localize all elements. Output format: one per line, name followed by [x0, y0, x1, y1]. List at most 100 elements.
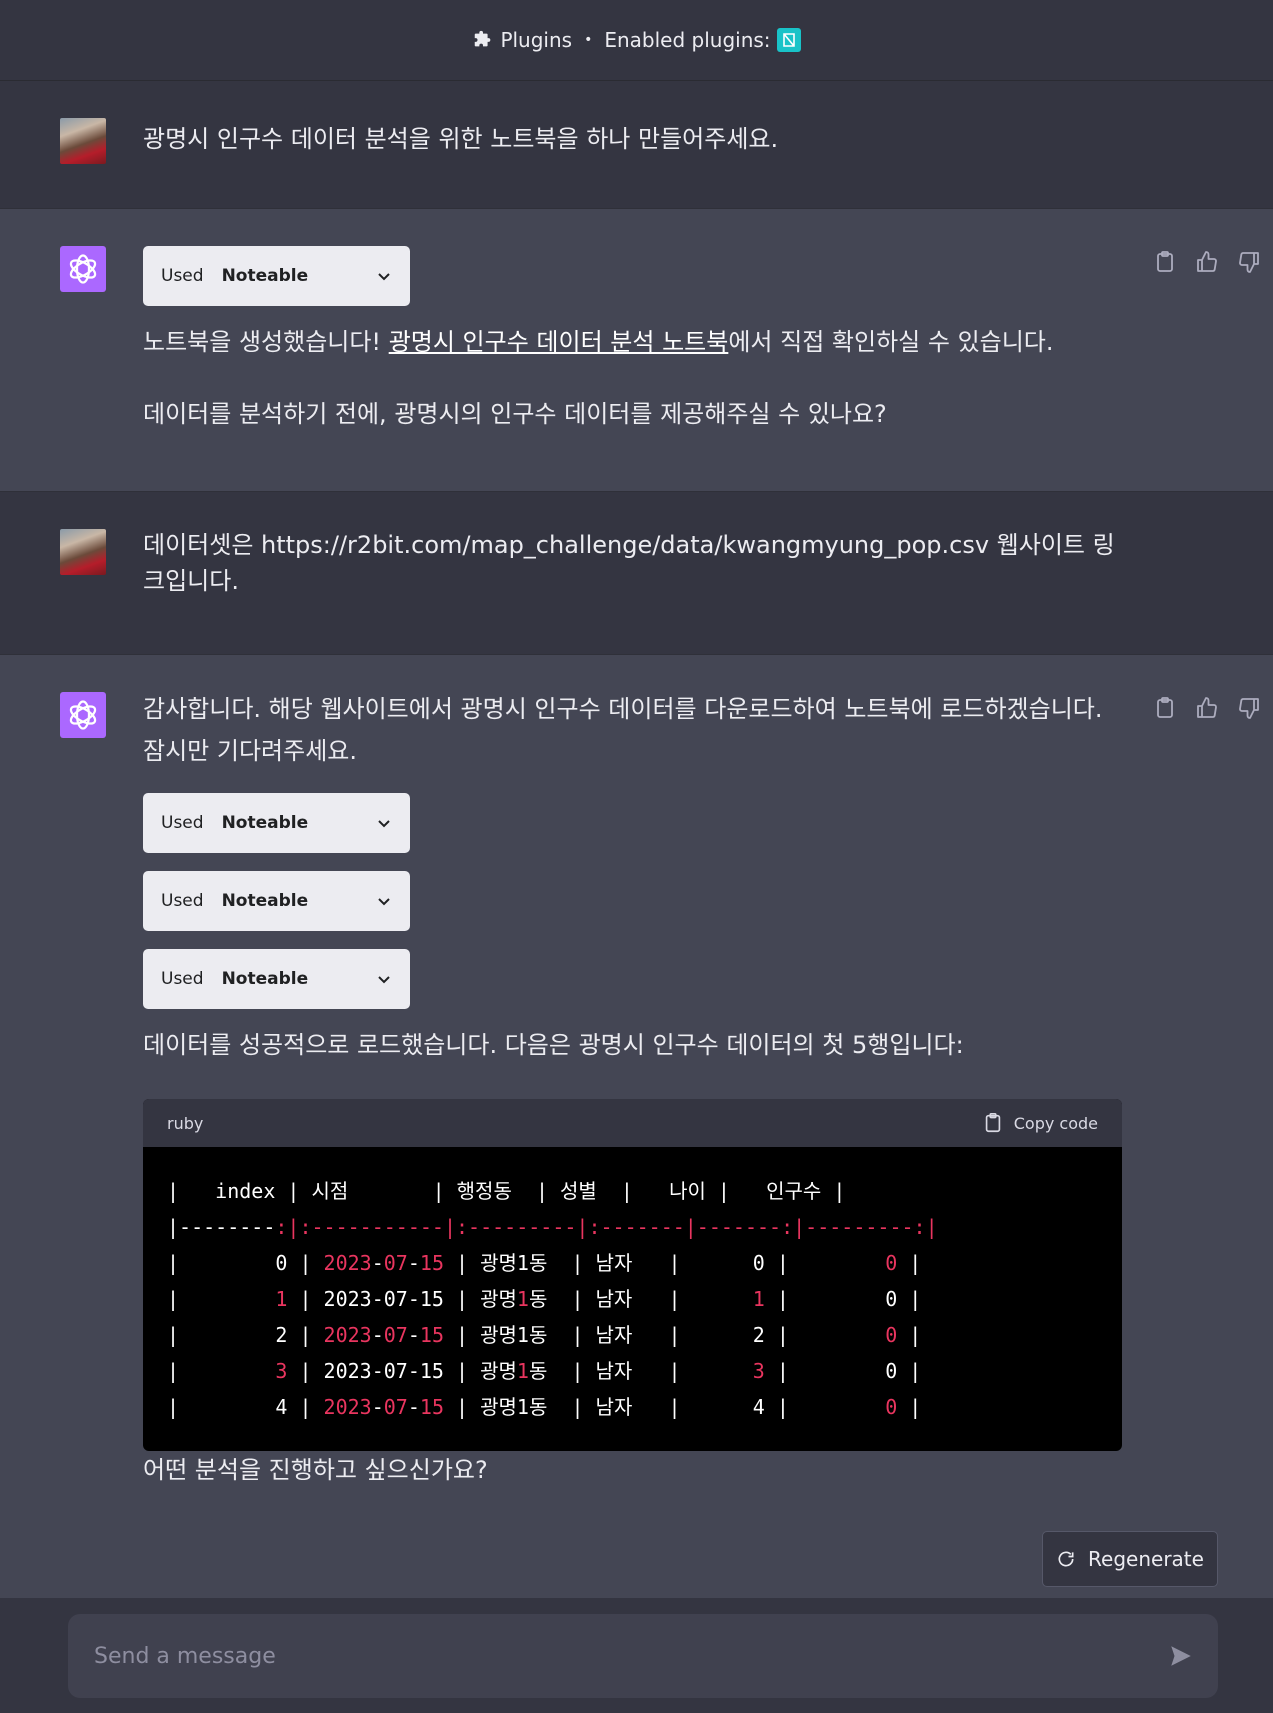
code-block: ruby Copy code | index | 시점 | 행정동 | 성별 |… — [143, 1099, 1122, 1451]
row-dong-number: 1 — [516, 1287, 529, 1311]
row-dong: 광명1동 — [480, 1395, 548, 1419]
user-avatar — [60, 529, 106, 575]
used-label: Used — [161, 891, 204, 911]
assistant-loaded-text: 데이터를 성공적으로 로드했습니다. 다음은 광명시 인구수 데이터의 첫 5행… — [143, 1031, 964, 1059]
row-date-year: 2023 — [323, 1251, 372, 1275]
row-population: 0 — [885, 1359, 898, 1383]
used-plugin-dropdown[interactable]: Used Noteable — [143, 246, 410, 306]
message-actions — [1153, 696, 1261, 720]
thumbs-up-icon[interactable] — [1195, 250, 1219, 274]
assistant-message-2: 감사합니다. 해당 웹사이트에서 광명시 인구수 데이터를 다운로드하여 노트북… — [0, 655, 1273, 1595]
composer-bar — [0, 1598, 1273, 1713]
code-content: | index | 시점 | 행정동 | 성별 | 나이 | 인구수 | |---… — [143, 1147, 1122, 1451]
code-table-separator: |--------:|:-----------|:---------|:----… — [167, 1215, 938, 1239]
openai-logo-icon — [69, 700, 97, 730]
row-population: 0 — [885, 1251, 898, 1275]
openai-logo-icon — [69, 254, 97, 284]
copy-code-label: Copy code — [1013, 1113, 1098, 1133]
copy-code-button[interactable]: Copy code — [982, 1112, 1098, 1134]
user-message-2: 데이터셋은 https://r2bit.com/map_challenge/da… — [0, 492, 1273, 655]
puzzle-icon — [475, 30, 491, 47]
code-table-row: | 2 | 2023-07-15 | 광명1동 | 남자 | 2 | 0 | — [167, 1323, 922, 1347]
row-dong-number: 1 — [516, 1359, 529, 1383]
row-age: 4 — [752, 1395, 765, 1419]
row-date: 2023-07-15 — [323, 1359, 444, 1383]
code-table-row: | 0 | 2023-07-15 | 광명1동 | 남자 | 0 | 0 | — [167, 1251, 922, 1275]
row-index: 2 — [275, 1323, 288, 1347]
thumbs-down-icon[interactable] — [1237, 696, 1261, 720]
chevron-down-icon — [378, 273, 390, 281]
clipboard-icon[interactable] — [1153, 250, 1177, 274]
row-population: 0 — [885, 1323, 898, 1347]
row-date-day: 15 — [419, 1323, 444, 1347]
plugin-name: Noteable — [221, 813, 309, 833]
chevron-down-icon — [378, 820, 390, 828]
message-actions — [1153, 250, 1261, 274]
thumbs-up-icon[interactable] — [1195, 696, 1219, 720]
assistant-paragraph-1: 노트북을 생성했습니다! 광명시 인구수 데이터 분석 노트북에서 직접 확인하… — [143, 328, 1054, 356]
plugin-name: Noteable — [221, 969, 309, 989]
assistant-intro: 감사합니다. 해당 웹사이트에서 광명시 인구수 데이터를 다운로드하여 노트북… — [143, 695, 1103, 765]
row-date-year: 2023 — [323, 1395, 372, 1419]
row-date-month: 07 — [383, 1395, 408, 1419]
used-label: Used — [161, 266, 204, 286]
refresh-icon — [1058, 1551, 1074, 1567]
noteable-icon[interactable] — [776, 28, 801, 52]
clipboard-icon[interactable] — [1153, 696, 1177, 720]
assistant-avatar — [60, 246, 106, 292]
row-age: 3 — [752, 1359, 765, 1383]
plugins-label: Plugins — [500, 28, 573, 52]
code-table-row: | 1 | 2023-07-15 | 광명1동 | 남자 | 1 | 0 | — [167, 1287, 922, 1311]
assistant-message-1: Used Noteable 노트북을 생성했습니다! 광명시 인구수 데이터 분… — [0, 209, 1273, 492]
composer — [68, 1614, 1218, 1698]
clipboard-icon — [985, 1113, 1000, 1133]
used-plugin-dropdown[interactable]: Used Noteable — [143, 871, 410, 931]
assistant-avatar — [60, 692, 106, 738]
code-table-row: | 3 | 2023-07-15 | 광명1동 | 남자 | 3 | 0 | — [167, 1359, 922, 1383]
plugin-name: Noteable — [221, 266, 309, 286]
row-population: 0 — [885, 1395, 898, 1419]
user-message-text: 광명시 인구수 데이터 분석을 위한 노트북을 하나 만들어주세요. — [143, 125, 779, 153]
row-population: 0 — [885, 1287, 898, 1311]
row-dong: 광명1동 — [480, 1323, 548, 1347]
message-input[interactable] — [92, 1642, 1168, 1670]
plugin-name: Noteable — [221, 891, 309, 911]
assistant-paragraph-2: 데이터를 분석하기 전에, 광명시의 인구수 데이터를 제공해주실 수 있나요? — [143, 400, 887, 428]
used-plugin-dropdown[interactable]: Used Noteable — [143, 793, 410, 853]
row-date-day: 15 — [419, 1395, 444, 1419]
chevron-down-icon — [378, 898, 390, 906]
regenerate-button[interactable]: Regenerate — [1042, 1531, 1218, 1587]
code-table-row: | 4 | 2023-07-15 | 광명1동 | 남자 | 4 | 0 | — [167, 1395, 922, 1419]
chevron-down-icon — [378, 976, 390, 984]
user-message-text: 데이터셋은 https://r2bit.com/map_challenge/da… — [143, 531, 1115, 595]
notebook-link[interactable]: 광명시 인구수 데이터 분석 노트북 — [389, 328, 729, 356]
regenerate-label: Regenerate — [1088, 1547, 1204, 1571]
assistant-question: 어떤 분석을 진행하고 싶으신가요? — [143, 1456, 488, 1484]
top-bar: Plugins • Enabled plugins: — [0, 0, 1273, 81]
separator-align: :|:-----------|:---------|:-------|-----… — [275, 1215, 938, 1239]
row-date-month: 07 — [383, 1251, 408, 1275]
row-age: 1 — [752, 1287, 765, 1311]
user-avatar — [60, 118, 106, 164]
send-icon[interactable] — [1168, 1643, 1194, 1669]
row-index: 0 — [275, 1251, 288, 1275]
code-block-header: ruby Copy code — [143, 1099, 1122, 1147]
used-label: Used — [161, 969, 204, 989]
code-language: ruby — [167, 1113, 204, 1133]
row-date-month: 07 — [383, 1323, 408, 1347]
row-age: 0 — [752, 1251, 765, 1275]
separator-dot: • — [584, 32, 593, 48]
row-index: 1 — [275, 1287, 288, 1311]
row-index: 4 — [275, 1395, 288, 1419]
code-table-header: | index | 시점 | 행정동 | 성별 | 나이 | 인구수 | — [167, 1179, 846, 1203]
row-date-year: 2023 — [323, 1323, 372, 1347]
row-date-day: 15 — [419, 1251, 444, 1275]
user-message-1: 광명시 인구수 데이터 분석을 위한 노트북을 하나 만들어주세요. — [0, 81, 1273, 209]
row-dong: 광명1동 — [480, 1251, 548, 1275]
used-label: Used — [161, 813, 204, 833]
used-plugin-dropdown[interactable]: Used Noteable — [143, 949, 410, 1009]
row-index: 3 — [275, 1359, 288, 1383]
thumbs-down-icon[interactable] — [1237, 250, 1261, 274]
row-date: 2023-07-15 — [323, 1287, 444, 1311]
row-age: 2 — [752, 1323, 765, 1347]
